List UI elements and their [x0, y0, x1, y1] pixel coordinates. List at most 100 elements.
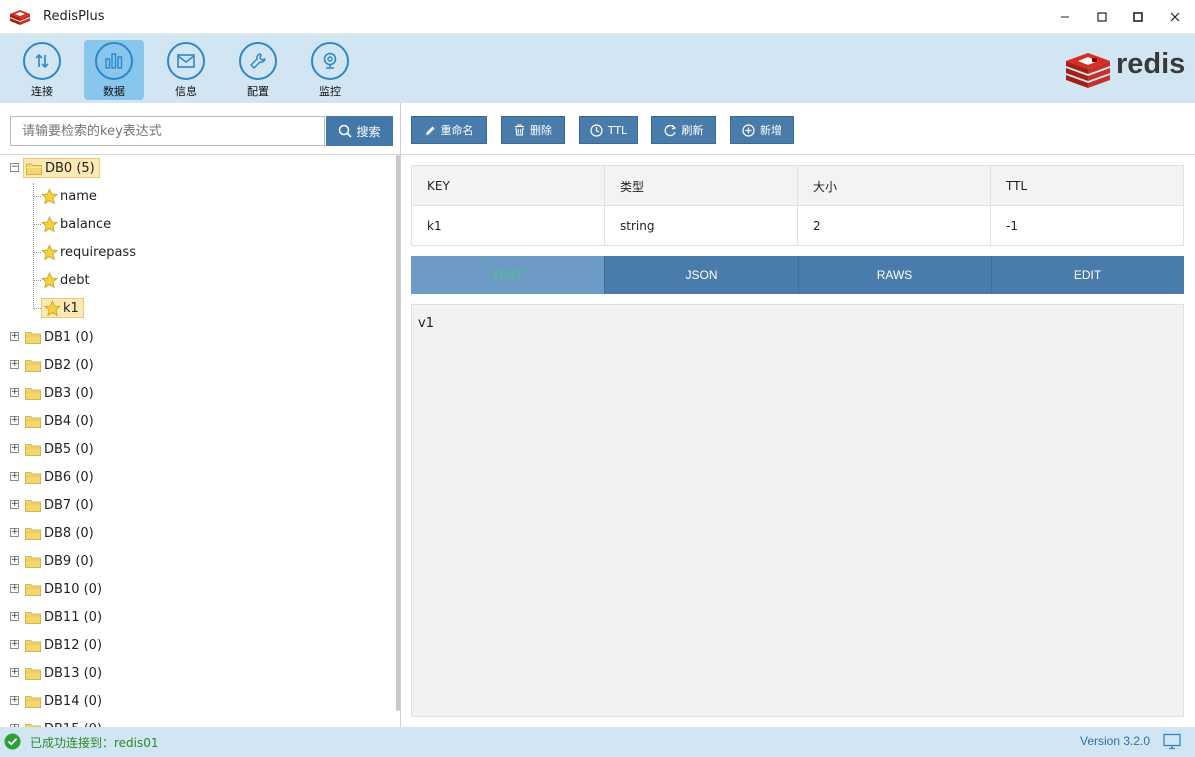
value-view-tabs: TEXT JSON RAWS EDIT — [411, 256, 1184, 294]
add-key-button[interactable]: 新增 — [730, 116, 794, 144]
refresh-button[interactable]: 刷新 — [651, 116, 716, 144]
close-button[interactable] — [1164, 6, 1186, 28]
title-bar: RedisPlus — [0, 0, 1195, 34]
tree-expander-db[interactable]: + — [10, 388, 19, 397]
star-key-icon — [44, 299, 61, 316]
folder-icon — [25, 415, 41, 428]
tree-node-label: DB4 (0) — [44, 413, 94, 429]
folder-icon — [25, 583, 41, 596]
key-tree: − DB0 (5) name balance requirepass debt — [0, 155, 396, 727]
tree-guide-line — [33, 252, 41, 253]
tab-text[interactable]: TEXT — [411, 256, 604, 294]
trash-icon — [515, 124, 524, 136]
tree-key-name[interactable]: name — [41, 185, 97, 207]
rename-button[interactable]: 重命名 — [411, 116, 487, 144]
tree-node-db[interactable]: DB3 (0) — [25, 382, 94, 404]
ttl-button[interactable]: TTL — [579, 116, 638, 144]
tree-key-k1[interactable]: k1 — [41, 298, 84, 318]
tree-expander-db[interactable]: + — [10, 416, 19, 425]
folder-icon — [25, 527, 41, 540]
maximize-button[interactable] — [1091, 6, 1113, 28]
tree-node-db[interactable]: DB11 (0) — [25, 606, 102, 628]
search-input[interactable] — [10, 116, 325, 146]
tree-expander-db[interactable]: + — [10, 528, 19, 537]
tab-json[interactable]: JSON — [605, 256, 798, 294]
tree-node-db[interactable]: DB4 (0) — [25, 410, 94, 432]
tree-expander-db[interactable]: + — [10, 696, 19, 705]
toolbar-monitor-button[interactable]: 监控 — [300, 40, 360, 100]
wrench-icon — [250, 53, 266, 69]
key-tree-panel: 搜索 − DB0 (5) name balance requir — [0, 103, 401, 727]
folder-icon — [25, 555, 41, 568]
close-icon — [1170, 12, 1180, 22]
tree-node-db[interactable]: DB8 (0) — [25, 522, 94, 544]
redis-app-icon — [10, 10, 30, 25]
folder-icon — [25, 695, 41, 708]
tree-scrollbar[interactable] — [396, 155, 400, 711]
tree-node-db[interactable]: DB2 (0) — [25, 354, 94, 376]
tree-node-label: DB7 (0) — [44, 497, 94, 513]
tree-expander-db[interactable]: + — [10, 584, 19, 593]
clock-icon — [590, 123, 603, 137]
tree-expander-db[interactable]: + — [10, 444, 19, 453]
folder-icon — [25, 499, 41, 512]
tree-node-label: DB6 (0) — [44, 469, 94, 485]
tree-key-requirepass[interactable]: requirepass — [41, 241, 136, 263]
header-key: KEY — [427, 179, 450, 193]
tree-node-db0[interactable]: DB0 (5) — [23, 158, 100, 178]
search-button[interactable]: 搜索 — [326, 116, 393, 146]
tree-node-db[interactable]: DB15 (0) — [25, 718, 102, 727]
connection-status: 已成功连接到：redis01 — [30, 736, 159, 750]
folder-icon — [25, 639, 41, 652]
toolbar-connect-button[interactable]: 连接 — [12, 40, 72, 100]
tree-expander-db0[interactable]: − — [10, 163, 19, 172]
camera-icon — [323, 52, 337, 69]
folder-icon — [25, 331, 41, 344]
tree-expander-db[interactable]: + — [10, 472, 19, 481]
tree-node-label: DB5 (0) — [44, 441, 94, 457]
redis-logo-text: redis — [1116, 48, 1186, 80]
header-size: 大小 — [813, 179, 838, 194]
tree-node-label: DB11 (0) — [44, 609, 103, 625]
tree-node-db[interactable]: DB5 (0) — [25, 438, 94, 460]
tree-node-db[interactable]: DB9 (0) — [25, 550, 94, 572]
version-label: Version 3.2.0 — [1080, 734, 1151, 748]
tree-guide-line — [33, 308, 41, 309]
tree-node-db[interactable]: DB14 (0) — [25, 690, 102, 712]
tab-raws[interactable]: RAWS — [798, 256, 991, 294]
tree-key-balance[interactable]: balance — [41, 213, 111, 235]
delete-button[interactable]: 删除 — [501, 116, 565, 144]
tree-node-db[interactable]: DB10 (0) — [25, 578, 102, 600]
tree-node-db[interactable]: DB6 (0) — [25, 466, 94, 488]
tree-expander-db[interactable]: + — [10, 640, 19, 649]
tree-expander-db[interactable]: + — [10, 668, 19, 677]
mail-icon — [177, 54, 195, 68]
restore-button[interactable] — [1127, 6, 1149, 28]
tree-expander-db[interactable]: + — [10, 500, 19, 509]
toolbar-config-button[interactable]: 配置 — [228, 40, 288, 100]
toolbar-info-button[interactable]: 信息 — [156, 40, 216, 100]
refresh-icon — [664, 124, 676, 136]
tree-node-label: DB10 (0) — [44, 581, 103, 597]
tab-divider — [798, 256, 799, 294]
tree-key-debt[interactable]: debt — [41, 269, 90, 291]
main-toolbar: 连接 数据 信息 配置 监控 redis — [0, 34, 1195, 103]
tree-expander-db[interactable]: + — [10, 332, 19, 341]
tree-guide-line — [33, 196, 41, 197]
value-text-area[interactable]: v1 — [411, 304, 1184, 717]
star-key-icon — [41, 271, 58, 288]
tab-edit[interactable]: EDIT — [991, 256, 1184, 294]
tree-expander-db[interactable]: + — [10, 360, 19, 369]
tree-node-db[interactable]: DB1 (0) — [25, 326, 94, 348]
folder-icon — [25, 359, 41, 372]
minimize-button[interactable] — [1054, 6, 1076, 28]
tree-node-db[interactable]: DB7 (0) — [25, 494, 94, 516]
tree-node-label: DB1 (0) — [44, 329, 94, 345]
monitor-icon[interactable] — [1163, 733, 1181, 750]
tree-node-db[interactable]: DB13 (0) — [25, 662, 102, 684]
tree-guide-line — [33, 183, 34, 307]
tree-node-db[interactable]: DB12 (0) — [25, 634, 102, 656]
toolbar-data-button[interactable]: 数据 — [84, 40, 144, 100]
tree-expander-db[interactable]: + — [10, 612, 19, 621]
tree-expander-db[interactable]: + — [10, 556, 19, 565]
